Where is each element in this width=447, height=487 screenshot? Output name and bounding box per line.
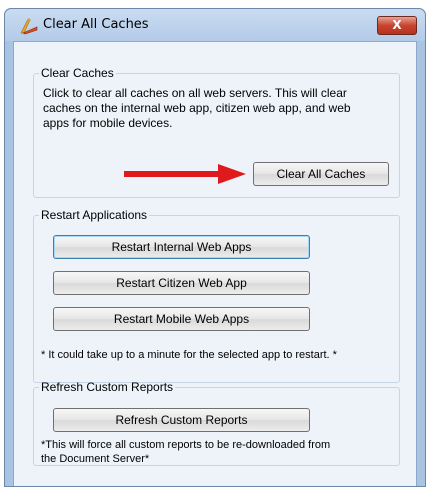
clear-caches-description: Click to clear all caches on all web ser… <box>43 86 351 131</box>
restart-note: * It could take up to a minute for the s… <box>41 349 337 361</box>
restart-internal-web-apps-button[interactable]: Restart Internal Web Apps <box>53 235 310 259</box>
refresh-note: *This will force all custom reports to b… <box>41 438 330 466</box>
note-line: *This will force all custom reports to b… <box>41 439 331 451</box>
clear-all-caches-button[interactable]: Clear All Caches <box>253 162 389 186</box>
refresh-custom-reports-legend: Refresh Custom Reports <box>41 380 174 394</box>
restart-mobile-web-apps-button[interactable]: Restart Mobile Web Apps <box>53 307 310 331</box>
restart-citizen-web-app-button[interactable]: Restart Citizen Web App <box>53 271 310 295</box>
close-icon: X <box>392 18 402 32</box>
refresh-custom-reports-button[interactable]: Refresh Custom Reports <box>53 408 310 432</box>
clear-caches-legend: Clear Caches <box>41 66 114 80</box>
close-button[interactable]: X <box>377 16 417 35</box>
title-bar[interactable]: Clear All Caches X <box>5 9 425 41</box>
description-line: Click to clear all caches on all web ser… <box>43 86 347 100</box>
dialog-body: Clear Caches Click to clear all caches o… <box>13 41 417 486</box>
note-line: the Document Server* <box>41 453 150 465</box>
window-title: Clear All Caches <box>43 17 149 32</box>
brush-icon <box>20 18 38 35</box>
dialog-window: Clear All Caches X Clear Caches Click to… <box>4 8 426 487</box>
description-line: caches on the internal web app, citizen … <box>43 101 351 115</box>
restart-applications-legend: Restart Applications <box>41 208 148 222</box>
description-line: apps for mobile devices. <box>43 116 173 130</box>
red-arrow-icon <box>124 164 246 184</box>
